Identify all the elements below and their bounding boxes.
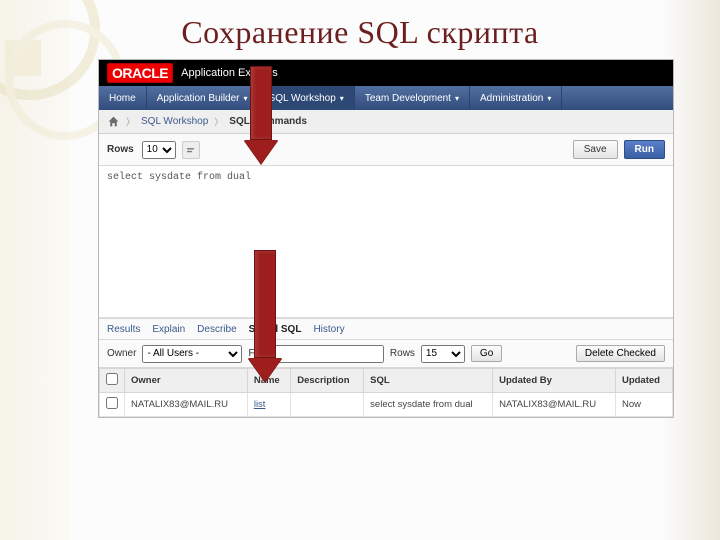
result-tabs: Results Explain Describe Saved SQL Histo…	[99, 318, 673, 340]
nav-app-builder-label: Application Builder	[157, 93, 240, 104]
tab-results[interactable]: Results	[107, 324, 140, 335]
table-row: NATALIX83@MAIL.RU list select sysdate fr…	[100, 393, 673, 417]
tab-history[interactable]: History	[313, 324, 344, 335]
clear-button[interactable]	[182, 141, 200, 159]
cell-owner: NATALIX83@MAIL.RU	[125, 393, 248, 417]
nav-sql-workshop[interactable]: SQL Workshop ▾	[259, 86, 355, 110]
go-button[interactable]: Go	[471, 345, 502, 362]
nav-admin[interactable]: Administration ▾	[470, 86, 562, 110]
nav-team-dev-label: Team Development	[365, 93, 451, 104]
delete-checked-button[interactable]: Delete Checked	[576, 345, 665, 362]
nav-home[interactable]: Home	[99, 86, 147, 110]
run-button[interactable]: Run	[624, 140, 665, 159]
sql-editor[interactable]: select sysdate from dual	[99, 166, 673, 318]
owner-label: Owner	[107, 348, 136, 359]
nav-sql-workshop-label: SQL Workshop	[269, 93, 336, 104]
save-button[interactable]: Save	[573, 140, 618, 159]
rows-label: Rows	[107, 144, 134, 155]
row-checkbox[interactable]	[106, 397, 118, 409]
chevron-down-icon: ▾	[244, 94, 248, 103]
brand-bar: ORACLE Application Express	[99, 60, 673, 86]
tab-describe[interactable]: Describe	[197, 324, 236, 335]
find-input[interactable]	[274, 345, 384, 363]
sql-text: select sysdate from dual	[107, 172, 251, 183]
breadcrumb-sep-icon: 〉	[214, 115, 223, 128]
col-updated-by[interactable]: Updated By	[493, 369, 616, 393]
crumb-sql-workshop[interactable]: SQL Workshop	[141, 116, 208, 127]
nav-home-label: Home	[109, 93, 136, 104]
nav-admin-label: Administration	[480, 93, 543, 104]
cell-updated-by: NATALIX83@MAIL.RU	[493, 393, 616, 417]
cell-sql: select sysdate from dual	[364, 393, 493, 417]
breadcrumb-sep-icon: 〉	[126, 115, 135, 128]
filter-rows-label: Rows	[390, 348, 415, 359]
col-desc[interactable]: Description	[291, 369, 364, 393]
tab-explain[interactable]: Explain	[152, 324, 185, 335]
home-icon[interactable]	[107, 115, 120, 128]
cell-name-link[interactable]: list	[254, 399, 266, 410]
breadcrumb: 〉 SQL Workshop 〉 SQL Commands	[99, 110, 673, 134]
owner-select[interactable]: - All Users -	[142, 345, 242, 363]
col-updated[interactable]: Updated	[615, 369, 672, 393]
filter-rows-select[interactable]: 15	[421, 345, 465, 363]
sql-toolbar: Rows 10 Save Run	[99, 134, 673, 166]
select-all-checkbox[interactable]	[106, 373, 118, 385]
cell-desc	[291, 393, 364, 417]
col-sql[interactable]: SQL	[364, 369, 493, 393]
nav-team-dev[interactable]: Team Development ▾	[355, 86, 470, 110]
chevron-down-icon: ▾	[340, 94, 344, 103]
app-name: Application Express	[181, 67, 278, 79]
nav-app-builder[interactable]: Application Builder ▾	[147, 86, 259, 110]
col-owner[interactable]: Owner	[125, 369, 248, 393]
slide-title: Сохранение SQL скрипта	[0, 0, 720, 59]
app-window: ORACLE Application Express Home Applicat…	[98, 59, 674, 418]
crumb-sql-commands: SQL Commands	[229, 116, 307, 127]
table-header-row: Owner Name Description SQL Updated By Up…	[100, 369, 673, 393]
chevron-down-icon: ▾	[455, 94, 459, 103]
saved-sql-filterbar: Owner - All Users - Find Rows 15 Go Dele…	[99, 340, 673, 368]
col-name[interactable]: Name	[247, 369, 290, 393]
cell-updated: Now	[615, 393, 672, 417]
main-nav: Home Application Builder▾ SQL Workshop▾ …	[99, 86, 673, 110]
find-label: Find	[248, 348, 267, 359]
chevron-down-icon: ▾	[547, 94, 551, 103]
saved-sql-table: Owner Name Description SQL Updated By Up…	[99, 368, 673, 417]
tab-saved-sql[interactable]: Saved SQL	[249, 324, 302, 335]
oracle-logo: ORACLE	[107, 63, 173, 83]
rows-select[interactable]: 10	[142, 141, 176, 159]
